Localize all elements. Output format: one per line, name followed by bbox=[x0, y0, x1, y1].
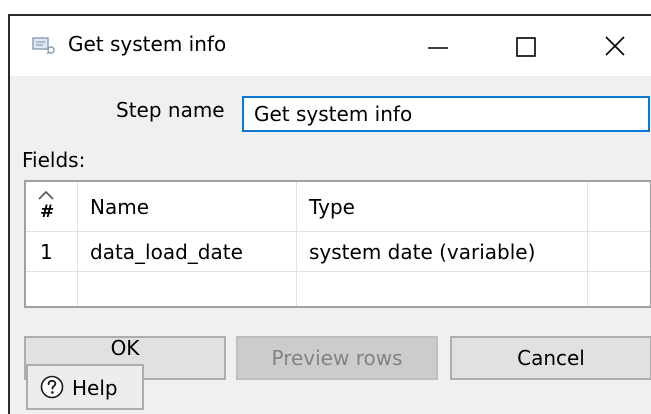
title-bar[interactable]: Get system info bbox=[10, 16, 651, 76]
column-header-type[interactable]: Type bbox=[297, 182, 588, 232]
preview-rows-button[interactable]: Preview rows bbox=[236, 336, 438, 380]
filler-cell bbox=[588, 232, 650, 272]
help-button[interactable]: Help bbox=[26, 364, 144, 410]
table-row-empty[interactable] bbox=[26, 272, 650, 306]
ok-button-label: OK bbox=[110, 336, 140, 360]
field-type: system date (variable) bbox=[309, 239, 536, 264]
empty-index-cell[interactable] bbox=[26, 272, 78, 306]
row-index: 1 bbox=[40, 239, 53, 264]
column-header-filler bbox=[588, 182, 650, 232]
field-type-cell[interactable]: system date (variable) bbox=[297, 232, 588, 272]
step-name-input[interactable] bbox=[242, 96, 650, 132]
step-name-label: Step name bbox=[116, 98, 225, 122]
help-icon bbox=[40, 375, 64, 399]
kettle-step-icon bbox=[32, 36, 56, 55]
sort-ascending-icon bbox=[36, 186, 56, 200]
column-header-index-label: # bbox=[40, 202, 55, 222]
window-title: Get system info bbox=[68, 32, 227, 56]
table-row[interactable]: 1 data_load_date system date (variable) bbox=[26, 232, 650, 272]
field-name: data_load_date bbox=[90, 239, 243, 264]
cancel-button[interactable]: Cancel bbox=[450, 336, 651, 380]
maximize-icon[interactable] bbox=[506, 22, 546, 62]
column-header-index[interactable]: # bbox=[26, 182, 78, 232]
column-header-name-label: Name bbox=[90, 194, 150, 219]
table-header-row: # Name Type bbox=[26, 182, 650, 232]
fields-label: Fields: bbox=[22, 148, 86, 172]
empty-type-cell[interactable] bbox=[297, 272, 588, 306]
minimize-icon[interactable] bbox=[418, 22, 458, 62]
close-icon[interactable] bbox=[595, 22, 635, 62]
column-header-name[interactable]: Name bbox=[78, 182, 297, 232]
empty-filler-cell bbox=[588, 272, 650, 306]
help-button-label: Help bbox=[72, 376, 118, 400]
row-index-cell[interactable]: 1 bbox=[26, 232, 78, 272]
dialog-window: Get system info Step name Fields: # bbox=[8, 14, 651, 414]
column-header-type-label: Type bbox=[309, 194, 355, 219]
field-name-cell[interactable]: data_load_date bbox=[78, 232, 297, 272]
empty-name-cell[interactable] bbox=[78, 272, 297, 306]
fields-table[interactable]: # Name Type 1 data_load_date system date… bbox=[24, 180, 651, 308]
